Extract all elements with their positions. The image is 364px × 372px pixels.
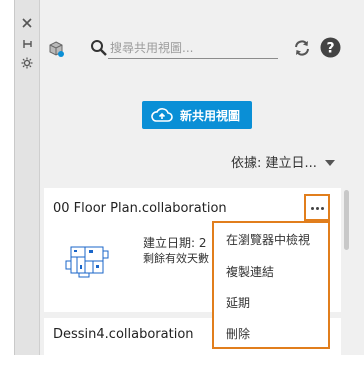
refresh-icon[interactable] [292, 38, 312, 58]
context-menu: 在瀏覽器中檢視 複製連結 延期 刪除 [212, 221, 330, 349]
palette-side-strip [15, 0, 40, 355]
new-shared-view-label: 新共用視圖 [180, 109, 241, 123]
cube-icon [47, 40, 65, 58]
new-shared-view-button[interactable]: 新共用視圖 [142, 101, 252, 129]
pin-icon[interactable] [21, 38, 33, 50]
floor-plan-thumbnail [63, 241, 111, 281]
menu-item-copy-link[interactable]: 複製連結 [226, 263, 274, 280]
card-title: Dessin4.collaboration [53, 327, 194, 342]
days-remaining: 剩餘有效天數 [143, 252, 209, 265]
left-margin [0, 0, 14, 372]
bottom-margin [0, 355, 364, 372]
scrollbar[interactable] [344, 190, 349, 250]
sort-label: 依據: 建立日... [231, 156, 317, 171]
cloud-upload-icon [151, 106, 173, 124]
help-icon[interactable]: ? [320, 37, 341, 58]
sort-dropdown[interactable]: 依據: 建立日... [231, 152, 317, 172]
chevron-down-icon[interactable] [325, 160, 335, 166]
menu-item-delete[interactable]: 刪除 [226, 325, 250, 342]
search-input[interactable] [108, 38, 278, 59]
menu-item-view-in-browser[interactable]: 在瀏覽器中檢視 [226, 231, 310, 248]
menu-item-extend[interactable]: 延期 [226, 294, 250, 311]
settings-icon[interactable] [21, 57, 33, 69]
search-icon[interactable] [90, 39, 108, 57]
close-icon[interactable] [21, 17, 33, 29]
svg-text:?: ? [326, 41, 334, 57]
more-options-button[interactable] [304, 194, 330, 221]
card-title: 00 Floor Plan.collaboration [53, 201, 227, 216]
created-date: 建立日期: 2 [143, 236, 207, 250]
